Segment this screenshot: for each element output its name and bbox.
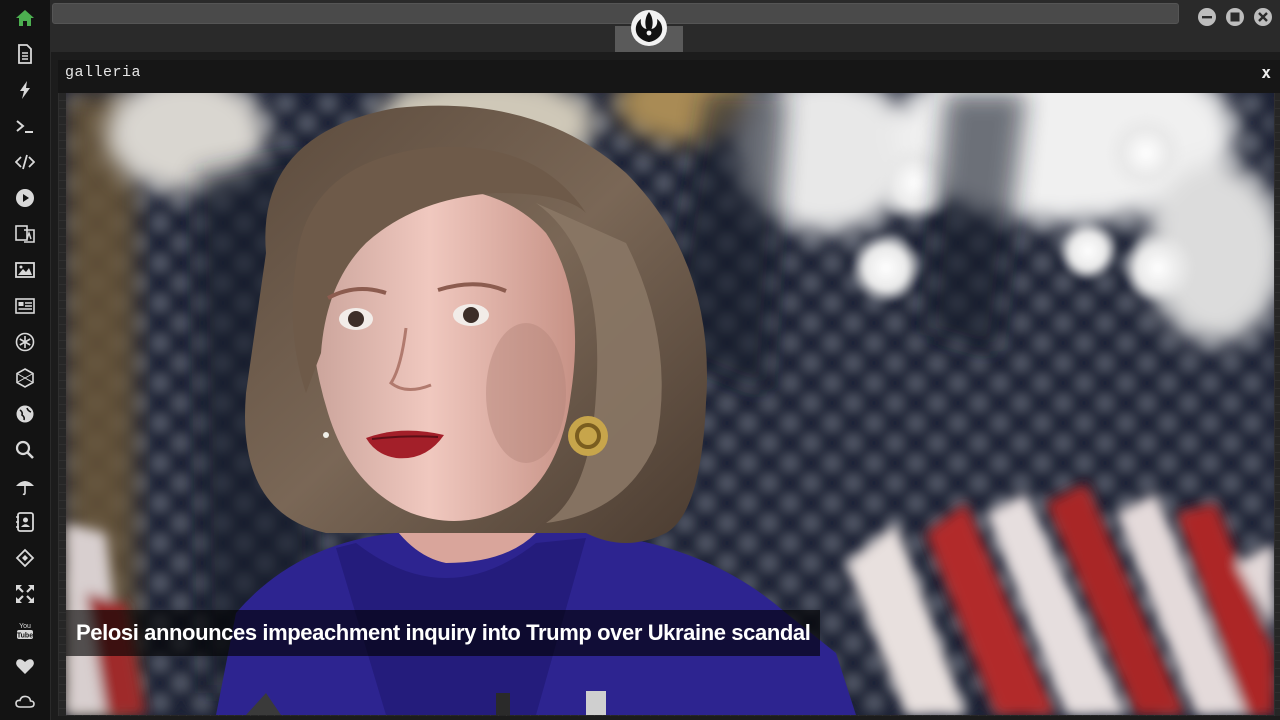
lightning-icon[interactable] — [13, 78, 37, 102]
code-icon[interactable] — [13, 150, 37, 174]
translate-icon[interactable] — [13, 222, 37, 246]
umbrella-icon[interactable] — [13, 474, 37, 498]
asterisk-icon[interactable] — [13, 330, 37, 354]
home-icon[interactable] — [13, 6, 37, 30]
newspaper-icon[interactable] — [13, 294, 37, 318]
panel-header: galleria x — [58, 60, 1280, 93]
svg-text:Tube: Tube — [17, 633, 33, 640]
sidebar: You Tube — [0, 0, 51, 720]
maximize-icon[interactable] — [1226, 8, 1244, 26]
gallery-photo[interactable]: Pelosi announces impeachment inquiry int… — [66, 93, 1274, 715]
close-icon[interactable] — [1254, 8, 1272, 26]
svg-text:You: You — [19, 623, 31, 630]
link-icon[interactable] — [13, 546, 37, 570]
youtube-icon[interactable]: You Tube — [13, 618, 37, 642]
cloud-icon[interactable] — [13, 690, 37, 714]
panel-close-button[interactable]: x — [1261, 63, 1271, 82]
play-icon[interactable] — [13, 186, 37, 210]
globe-icon[interactable] — [13, 402, 37, 426]
hexagon-icon[interactable] — [13, 366, 37, 390]
image-icon[interactable] — [13, 258, 37, 282]
address-bar[interactable] — [52, 3, 1179, 24]
document-icon[interactable] — [13, 42, 37, 66]
rebel-alliance-icon[interactable] — [629, 8, 669, 48]
panel-title: galleria — [65, 64, 142, 81]
top-bar — [50, 0, 1280, 52]
expand-icon[interactable] — [13, 582, 37, 606]
search-icon[interactable] — [13, 438, 37, 462]
galleria-panel: galleria x Pelosi announces impeachment … — [58, 60, 1280, 716]
heart-icon[interactable] — [13, 654, 37, 678]
terminal-icon[interactable] — [13, 114, 37, 138]
photo-caption: Pelosi announces impeachment inquiry int… — [66, 610, 821, 656]
minimize-icon[interactable] — [1198, 8, 1216, 26]
contact-card-icon[interactable] — [13, 510, 37, 534]
